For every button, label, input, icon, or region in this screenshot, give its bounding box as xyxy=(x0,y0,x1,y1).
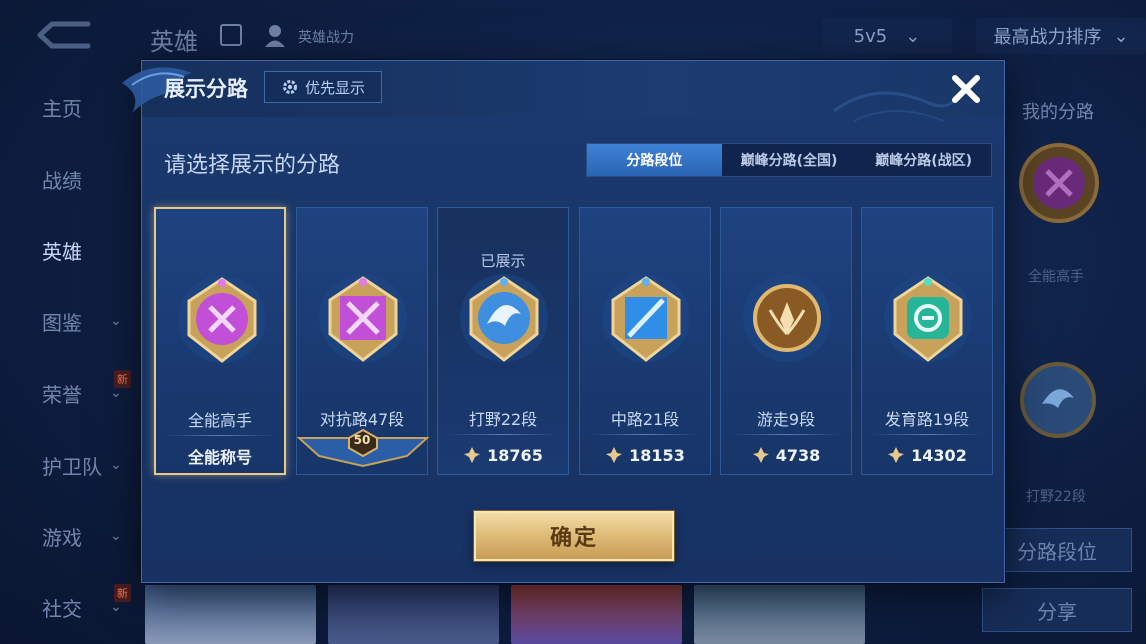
share-button[interactable]: 分享 xyxy=(982,588,1132,632)
divider xyxy=(731,434,841,435)
lane-card-footer: 14302 xyxy=(862,436,992,474)
combat-power-value: 14302 xyxy=(911,445,967,465)
hero-card[interactable] xyxy=(511,585,682,644)
all-round-badge-icon xyxy=(178,275,266,363)
back-icon[interactable] xyxy=(30,18,100,52)
chevron-down-icon: ⌄ xyxy=(110,385,122,401)
combat-power-value: 4738 xyxy=(775,445,821,465)
lane-card-footer: 4738 xyxy=(721,436,851,474)
chevron-down-icon: ⌄ xyxy=(110,528,122,544)
sidebar-item-label: 战绩 xyxy=(42,168,82,193)
sort-select[interactable]: 最高战力排序 ⌄ xyxy=(976,18,1146,54)
combat-power-icon xyxy=(752,447,769,463)
combat-power-icon xyxy=(888,447,905,463)
tab-peak-region[interactable]: 巅峰分路(战区) xyxy=(856,144,991,176)
sidebar-item-label: 游戏 xyxy=(42,525,82,550)
priority-display-label: 优先显示 xyxy=(304,78,365,97)
divider xyxy=(590,434,700,435)
divider xyxy=(872,434,982,435)
sidebar: 主页 战绩 英雄 图鉴 ⌄ 荣誉 新 ⌄ 护卫队 ⌄ 游戏 ⌄ 社交 新 ⌄ xyxy=(0,70,140,644)
cloud-swirl-decoration xyxy=(833,91,956,122)
chevron-down-icon: ⌄ xyxy=(110,457,122,473)
lane-card-name: 发育路19段 xyxy=(884,410,970,429)
divider xyxy=(166,435,274,436)
close-icon[interactable] xyxy=(946,69,986,109)
farm-lane-badge-icon xyxy=(884,274,972,362)
sidebar-item-heroes[interactable]: 英雄 xyxy=(0,225,140,275)
tab-peak-national[interactable]: 巅峰分路(全国) xyxy=(722,144,857,176)
my-lane-bottom-name: 打野22段 xyxy=(1026,489,1086,505)
jungle-badge-icon xyxy=(1020,362,1096,438)
chevron-down-icon: ⌄ xyxy=(110,599,122,615)
clash-lane-badge-icon xyxy=(319,274,407,362)
sidebar-item-label: 社交 xyxy=(42,596,82,621)
sidebar-item-label: 英雄 xyxy=(42,239,82,264)
sidebar-item-games[interactable]: 游戏 ⌄ xyxy=(0,511,140,561)
lane-card-jungle[interactable]: 已展示 打野22段 18765 xyxy=(437,207,569,475)
divider xyxy=(448,434,558,435)
combat-power-value: 18765 xyxy=(487,445,543,465)
my-lane-label: 我的分路 xyxy=(1022,102,1094,123)
dialog-title: 展示分路 xyxy=(164,77,248,101)
hero-card[interactable] xyxy=(694,585,865,644)
mode-select[interactable]: 5v5 ⌄ xyxy=(822,18,952,54)
hero-power-label[interactable]: 英雄战力 xyxy=(298,27,354,47)
display-lane-dialog: 展示分路 优先显示 请选择展示的分路 分路段位 巅峰分路(全国) 巅峰分路(战区… xyxy=(122,60,1005,583)
lane-card-name: 游走9段 xyxy=(756,410,816,429)
lane-tabs: 分路段位 巅峰分路(全国) 巅峰分路(战区) xyxy=(586,143,992,177)
sidebar-item-codex[interactable]: 图鉴 ⌄ xyxy=(0,296,140,346)
lane-card-all-round[interactable]: 全能高手 全能称号 xyxy=(154,207,286,475)
sidebar-item-label: 护卫队 xyxy=(42,454,102,479)
roam-badge-icon xyxy=(743,274,831,362)
lane-card-clash[interactable]: 对抗路47段 50 xyxy=(296,207,429,475)
sidebar-item-social[interactable]: 社交 新 ⌄ xyxy=(0,582,140,632)
lane-card-name: 对抗路47段 xyxy=(319,410,405,429)
lane-card-name: 全能高手 xyxy=(187,411,252,430)
gear-icon xyxy=(282,80,297,94)
lane-card-mid[interactable]: 中路21段 18153 xyxy=(579,207,711,475)
hero-card[interactable] xyxy=(145,585,316,644)
hero-power-icon xyxy=(265,25,285,47)
mode-select-value: 5v5 xyxy=(853,25,888,47)
chevron-down-icon: ⌄ xyxy=(905,25,921,47)
my-lane-top-name: 全能高手 xyxy=(1028,269,1084,285)
level-badge: 50 xyxy=(297,428,427,474)
confirm-button[interactable]: 确定 xyxy=(474,511,674,561)
sidebar-item-honor[interactable]: 荣誉 新 ⌄ xyxy=(0,368,140,418)
lane-card-footer: 全能称号 xyxy=(187,448,252,467)
chevron-down-icon: ⌄ xyxy=(110,313,122,329)
mid-lane-badge-icon xyxy=(602,274,690,362)
sidebar-item-guard-team[interactable]: 护卫队 ⌄ xyxy=(0,440,140,490)
priority-display-button[interactable]: 优先显示 xyxy=(264,71,382,103)
sidebar-item-records[interactable]: 战绩 xyxy=(0,154,140,204)
sort-select-value: 最高战力排序 xyxy=(993,27,1102,48)
chevron-down-icon: ⌄ xyxy=(1113,25,1129,47)
all-round-badge-icon xyxy=(1019,143,1099,223)
lane-card-farm[interactable]: 发育路19段 14302 xyxy=(861,207,993,475)
jungle-badge-icon xyxy=(460,274,548,362)
lane-cards: 全能高手 全能称号 对抗路47段 50 已展示 打野22段 18765 中路21… xyxy=(154,207,994,477)
hero-card[interactable] xyxy=(328,585,499,644)
hero-strip xyxy=(145,585,865,644)
combat-power-icon xyxy=(606,447,623,463)
lane-card-name: 打野22段 xyxy=(468,410,538,429)
sidebar-item-label: 主页 xyxy=(42,96,82,121)
list-icon[interactable] xyxy=(220,24,242,46)
combat-power-icon xyxy=(464,447,481,463)
lane-card-name: 中路21段 xyxy=(610,410,680,429)
sidebar-item-label: 图鉴 xyxy=(42,310,82,335)
combat-power-value: 18153 xyxy=(629,445,685,465)
dialog-subtitle: 请选择展示的分路 xyxy=(164,153,341,178)
lane-card-roam[interactable]: 游走9段 4738 xyxy=(720,207,852,475)
page-title: 英雄 xyxy=(150,28,198,56)
lane-card-footer: 18765 xyxy=(438,436,568,474)
tab-lane-rank[interactable]: 分路段位 xyxy=(587,144,722,176)
lane-card-footer: 18153 xyxy=(580,436,710,474)
sidebar-item-label: 荣誉 xyxy=(42,382,82,407)
level-badge-value: 50 xyxy=(353,433,371,447)
